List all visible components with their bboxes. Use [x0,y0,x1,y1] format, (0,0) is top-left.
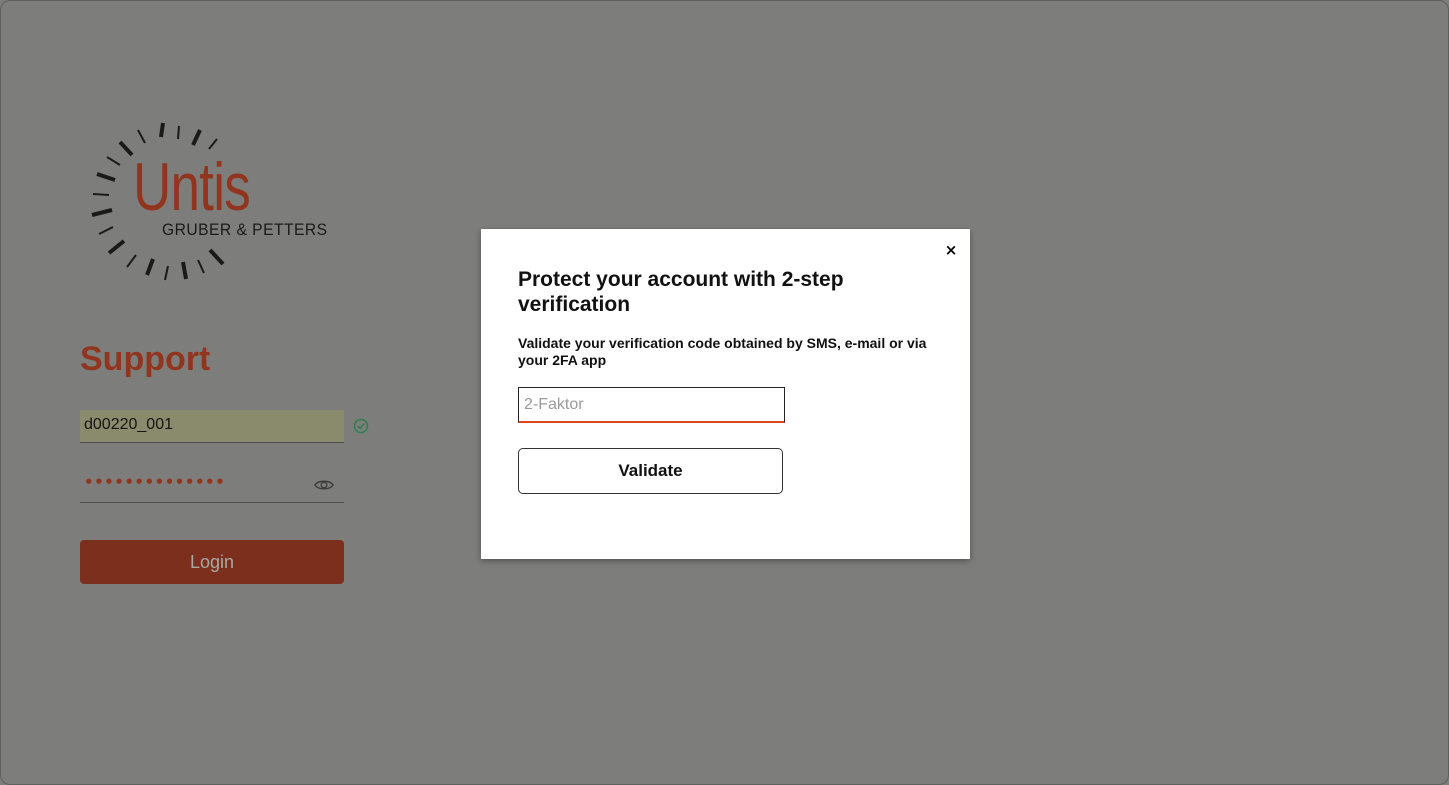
untis-logo: Untis GRUBER & PETTERS [87,117,337,287]
check-circle-icon [353,418,369,434]
login-button[interactable]: Login [80,540,344,584]
logo-wordmark: Untis [133,149,251,225]
validate-button[interactable]: Validate [518,448,783,494]
app-window: Untis GRUBER & PETTERS Support d00220_00… [0,0,1449,785]
dialog-description: Validate your verification code obtained… [518,335,927,368]
close-icon[interactable]: × [942,241,960,259]
eye-icon[interactable] [314,477,334,493]
two-factor-code-input[interactable] [518,387,785,423]
username-input[interactable]: d00220_001 [80,410,344,443]
password-input[interactable]: •••••••••••••• [80,471,344,503]
page-title: Support [80,340,211,378]
password-mask: •••••••••••••• [84,473,226,491]
dialog-title: Protect your account with 2-step verific… [518,268,844,316]
two-factor-dialog: × Protect your account with 2-step verif… [481,229,970,559]
logo-subtitle: GRUBER & PETTERS [162,220,328,239]
